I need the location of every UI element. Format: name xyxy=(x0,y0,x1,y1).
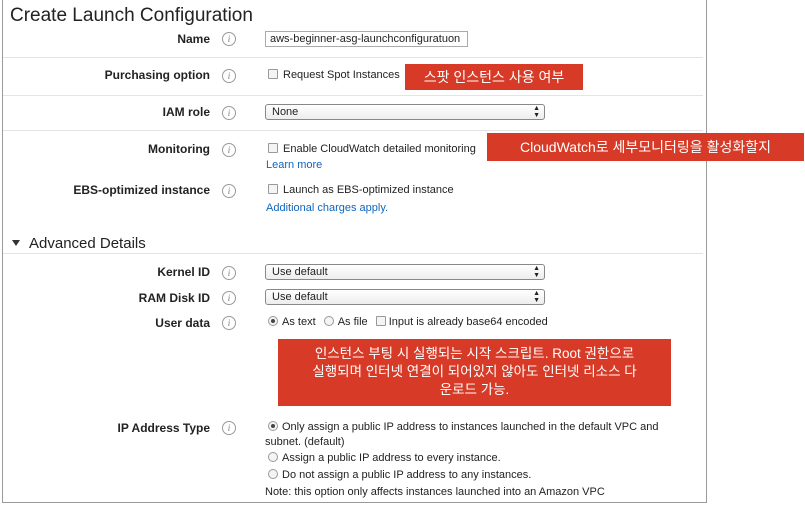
userdata-info-icon[interactable]: i xyxy=(222,316,236,330)
divider xyxy=(3,57,703,58)
divider xyxy=(3,95,703,96)
advanced-details-heading: Advanced Details xyxy=(29,235,146,252)
userdata-callout-line: 운로드 가능. xyxy=(439,382,510,397)
cloudwatch-callout: CloudWatch로 세부모니터링을 활성화할지 xyxy=(487,133,804,161)
monitoring-info-icon[interactable]: i xyxy=(222,143,236,157)
collapse-triangle-icon xyxy=(12,240,20,246)
additional-charges-link[interactable]: Additional charges apply. xyxy=(266,202,388,214)
ram-disk-id-value: Use default xyxy=(272,291,328,303)
radio-icon[interactable] xyxy=(268,469,278,479)
purchasing-option-label: Purchasing option xyxy=(104,68,210,82)
base64-checkbox[interactable]: Input is already base64 encoded xyxy=(375,316,548,328)
spot-instances-label: Request Spot Instances xyxy=(283,69,400,81)
ip-option-none-radio[interactable]: Do not assign a public IP address to any… xyxy=(268,469,531,481)
radio-selected-icon[interactable] xyxy=(268,316,278,326)
select-arrows-icon: ▲ ▼ xyxy=(533,265,540,279)
kernel-id-value: Use default xyxy=(272,266,328,278)
ram-disk-id-label: RAM Disk ID xyxy=(138,291,210,305)
name-label: Name xyxy=(177,32,210,46)
kernel-id-select[interactable]: Use default ▲ ▼ xyxy=(265,264,545,280)
spot-instances-checkbox[interactable]: Request Spot Instances xyxy=(268,69,400,81)
ram-disk-id-select[interactable]: Use default ▲ ▼ xyxy=(265,289,545,305)
radio-icon[interactable] xyxy=(268,452,278,462)
user-data-label: User data xyxy=(155,316,210,330)
ebs-checkbox[interactable]: Launch as EBS-optimized instance xyxy=(268,184,454,196)
ip-info-icon[interactable]: i xyxy=(222,421,236,435)
ip-address-type-label: IP Address Type xyxy=(117,421,210,435)
checkbox-icon[interactable] xyxy=(268,184,278,194)
ip-option-every-radio[interactable]: Assign a public IP address to every inst… xyxy=(268,452,501,464)
divider xyxy=(3,130,703,131)
iam-role-select[interactable]: None ▲ ▼ xyxy=(265,104,545,120)
cloudwatch-checkbox[interactable]: Enable CloudWatch detailed monitoring xyxy=(268,143,476,155)
ip-option-default-radio[interactable]: Only assign a public IP address to insta… xyxy=(268,421,658,433)
name-input[interactable]: aws-beginner-asg-launchconfiguratuon xyxy=(265,31,468,47)
as-file-radio[interactable]: As file xyxy=(323,316,368,328)
checkbox-icon[interactable] xyxy=(268,143,278,153)
ip-option-default-label: Only assign a public IP address to insta… xyxy=(282,421,659,433)
divider xyxy=(3,253,703,254)
user-data-options: As text As file Input is already base64 … xyxy=(268,316,548,328)
spot-callout: 스팟 인스턴스 사용 여부 xyxy=(405,64,583,90)
ip-option-none-label: Do not assign a public IP address to any… xyxy=(282,469,532,481)
monitoring-label: Monitoring xyxy=(148,142,210,156)
userdata-callout: 인스턴스 부팅 시 실행되는 시작 스크립트. Root 권한으로 실행되며 인… xyxy=(278,339,671,406)
ip-note: Note: this option only affects instances… xyxy=(265,486,605,498)
ip-option-every-label: Assign a public IP address to every inst… xyxy=(282,452,501,464)
as-text-radio[interactable]: As text xyxy=(268,316,316,328)
cloudwatch-label: Enable CloudWatch detailed monitoring xyxy=(283,143,476,155)
select-arrows-icon: ▲ ▼ xyxy=(533,105,540,119)
userdata-callout-line: 인스턴스 부팅 시 실행되는 시작 스크립트. Root 권한으로 xyxy=(314,346,635,361)
learn-more-link[interactable]: Learn more xyxy=(266,159,322,171)
ramdisk-info-icon[interactable]: i xyxy=(222,291,236,305)
ip-option-default-label-cont: subnet. (default) xyxy=(265,436,345,448)
ebs-optimized-label: EBS-optimized instance xyxy=(73,183,210,197)
as-text-label: As text xyxy=(282,316,316,328)
ebs-info-icon[interactable]: i xyxy=(222,184,236,198)
advanced-details-toggle[interactable]: Advanced Details xyxy=(12,235,146,252)
radio-icon[interactable] xyxy=(323,316,334,326)
userdata-callout-line: 실행되며 인터넷 연결이 되어있지 않아도 인터넷 리소스 다 xyxy=(312,364,637,379)
ebs-checkbox-label: Launch as EBS-optimized instance xyxy=(283,184,454,196)
base64-label: Input is already base64 encoded xyxy=(388,316,548,328)
iam-role-value: None xyxy=(272,106,299,118)
radio-selected-icon[interactable] xyxy=(268,421,278,431)
kernel-id-label: Kernel ID xyxy=(157,265,210,279)
page-title: Create Launch Configuration xyxy=(10,5,253,26)
iam-role-label: IAM role xyxy=(162,105,210,119)
select-arrows-icon: ▲ ▼ xyxy=(533,290,540,304)
as-file-label: As file xyxy=(337,316,368,328)
checkbox-icon[interactable] xyxy=(375,316,386,326)
checkbox-icon[interactable] xyxy=(268,69,278,79)
name-info-icon[interactable]: i xyxy=(222,32,236,46)
purchasing-info-icon[interactable]: i xyxy=(222,69,236,83)
iam-info-icon[interactable]: i xyxy=(222,106,236,120)
kernel-info-icon[interactable]: i xyxy=(222,266,236,280)
